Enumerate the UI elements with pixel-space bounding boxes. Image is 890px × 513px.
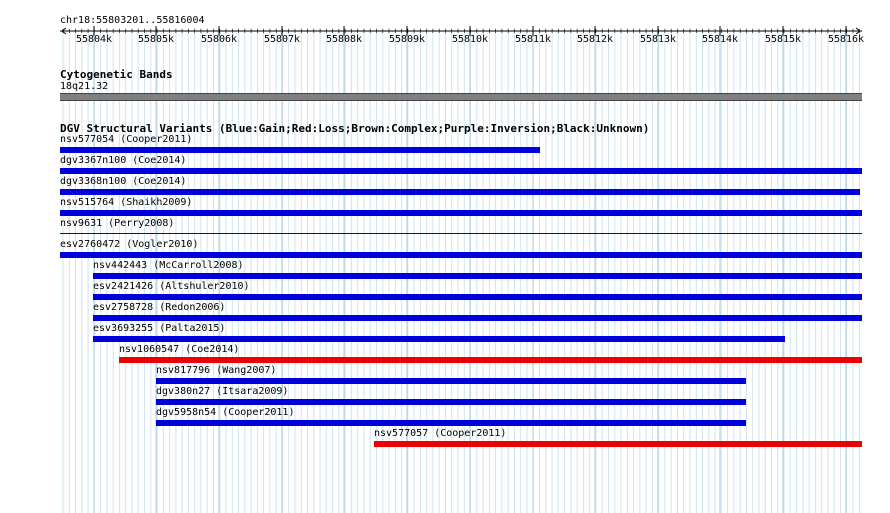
- cytoband-track-title: Cytogenetic Bands: [60, 68, 173, 81]
- ruler-tick-label: 55804k: [75, 34, 113, 45]
- cytoband-name: 18q21.32: [60, 81, 109, 92]
- ruler-tick-label: 55812k: [576, 34, 614, 45]
- ruler-tick-label: 55805k: [137, 34, 175, 45]
- cytoband-bar[interactable]: [60, 93, 862, 101]
- dgv-feature-label: nsv1060547 (Coe2014): [119, 344, 240, 355]
- ruler-tick-label: 55815k: [764, 34, 802, 45]
- dgv-feature-label: nsv817796 (Wang2007): [156, 365, 277, 376]
- dgv-feature-bar-loss[interactable]: [374, 441, 862, 447]
- dgv-feature-label: nsv442443 (McCarroll2008): [93, 260, 244, 271]
- ruler-tick-label: 55806k: [200, 34, 238, 45]
- dgv-feature-bar-gain[interactable]: [60, 210, 862, 216]
- ruler-tick-label: 55813k: [639, 34, 677, 45]
- dgv-feature-label: esv2760472 (Vogler2010): [60, 239, 199, 250]
- ruler-tick-label: 55808k: [325, 34, 363, 45]
- ruler-tick-label: 55811k: [514, 34, 552, 45]
- dgv-feature-label: dgv5958n54 (Cooper2011): [156, 407, 295, 418]
- ruler-tick-label: 55809k: [388, 34, 426, 45]
- dgv-feature-bar-gain[interactable]: [93, 315, 862, 321]
- dgv-feature-bar-gain[interactable]: [93, 294, 862, 300]
- dgv-feature-bar-gain[interactable]: [60, 147, 540, 153]
- ruler-tick-label: 55807k: [263, 34, 301, 45]
- dgv-feature-label: nsv577054 (Cooper2011): [60, 134, 193, 145]
- dgv-feature-bar-gain[interactable]: [60, 168, 862, 174]
- dgv-feature-label: nsv9631 (Perry2008): [60, 218, 175, 229]
- ruler-line[interactable]: [0, 22, 890, 62]
- dgv-feature-bar-gain[interactable]: [156, 399, 746, 405]
- dgv-feature-bar-gain[interactable]: [156, 378, 746, 384]
- dgv-feature-bar-gain[interactable]: [93, 336, 785, 342]
- dgv-feature-label: nsv577057 (Cooper2011): [374, 428, 507, 439]
- dgv-feature-label: esv2758728 (Redon2006): [93, 302, 226, 313]
- dgv-feature-label: dgv3367n100 (Coe2014): [60, 155, 187, 166]
- dgv-feature-bar-loss[interactable]: [119, 357, 862, 363]
- dgv-feature-label: dgv3368n100 (Coe2014): [60, 176, 187, 187]
- ruler-tick-label: 55810k: [451, 34, 489, 45]
- dgv-feature-bar-gain[interactable]: [93, 273, 862, 279]
- dgv-feature-bar-gain[interactable]: [60, 233, 862, 234]
- dgv-feature-label: esv3693255 (Palta2015): [93, 323, 226, 334]
- dgv-feature-label: esv2421426 (Altshuler2010): [93, 281, 250, 292]
- dgv-feature-bar-gain[interactable]: [60, 189, 860, 195]
- ruler-tick-label: 55814k: [701, 34, 739, 45]
- dgv-feature-label: dgv380n27 (Itsara2009): [156, 386, 289, 397]
- dgv-feature-bar-gain[interactable]: [60, 252, 862, 258]
- dgv-feature-label: nsv515764 (Shaikh2009): [60, 197, 193, 208]
- dgv-feature-bar-gain[interactable]: [156, 420, 746, 426]
- ruler-tick-label: 55816k: [827, 34, 865, 45]
